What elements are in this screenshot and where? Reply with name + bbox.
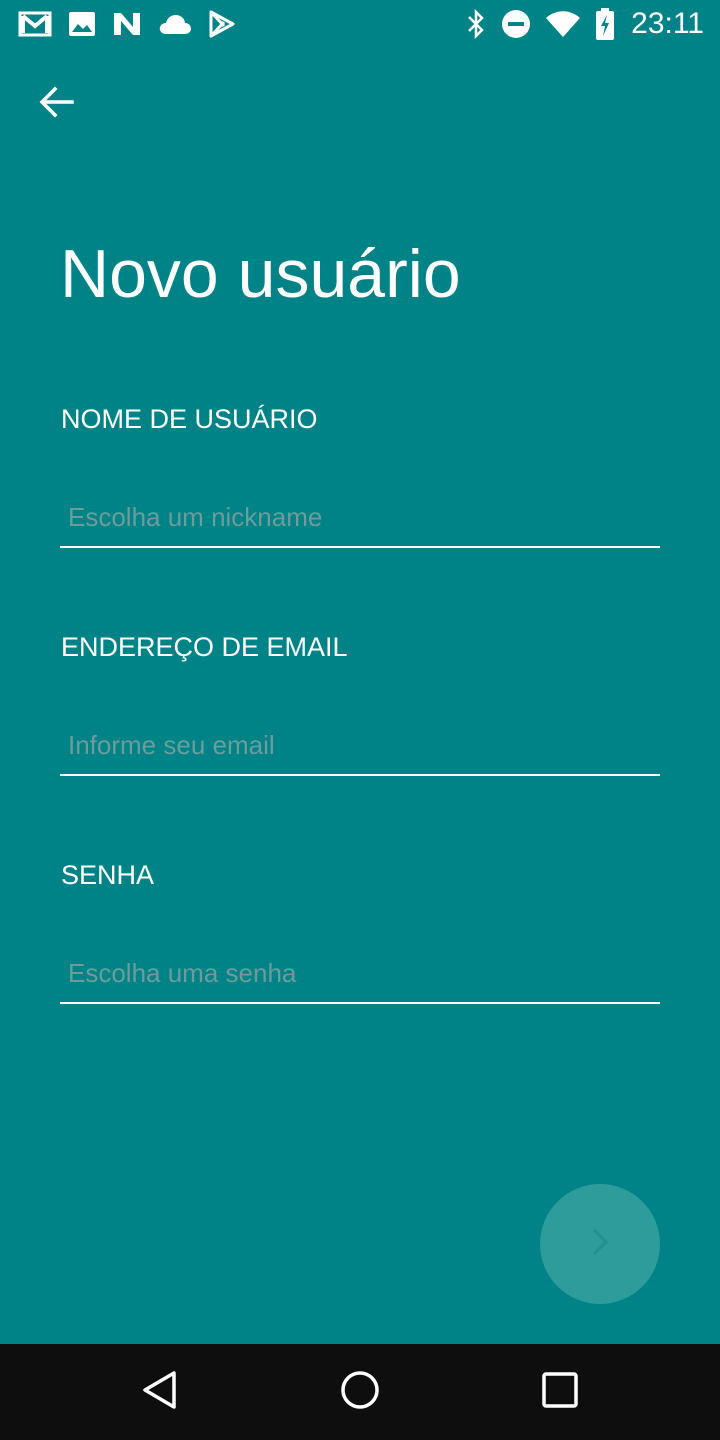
bluetooth-icon [465, 9, 487, 39]
password-label: SENHA [61, 860, 155, 890]
email-input[interactable] [60, 716, 660, 776]
nav-home-button[interactable] [336, 1368, 384, 1416]
next-button[interactable] [540, 1184, 660, 1304]
n-app-icon [112, 11, 142, 37]
wifi-icon [545, 10, 581, 38]
username-label: NOME DE USUÁRIO [61, 404, 318, 434]
page-title: Novo usuário [60, 236, 461, 312]
email-label: ENDEREÇO DE EMAIL [61, 632, 348, 662]
home-circle-icon [339, 1369, 381, 1416]
gmail-icon [18, 11, 52, 37]
system-icons: 23:11 [465, 8, 704, 40]
status-bar: 23:11 [0, 0, 720, 48]
battery-charging-icon [595, 8, 615, 40]
clock: 23:11 [631, 7, 704, 40]
navigation-bar [0, 1344, 720, 1440]
notification-icons [18, 8, 236, 40]
do-not-disturb-icon [501, 9, 531, 39]
arrow-left-icon [38, 86, 74, 123]
play-store-icon [208, 10, 236, 38]
nav-back-button[interactable] [136, 1368, 184, 1416]
cloud-icon [158, 13, 192, 35]
back-triangle-icon [140, 1369, 180, 1416]
back-button[interactable] [28, 80, 84, 128]
nav-recents-button[interactable] [536, 1368, 584, 1416]
chevron-right-icon [588, 1224, 612, 1265]
recents-square-icon [540, 1370, 580, 1415]
password-input[interactable] [60, 944, 660, 1004]
username-input[interactable] [60, 488, 660, 548]
image-icon [68, 11, 96, 37]
